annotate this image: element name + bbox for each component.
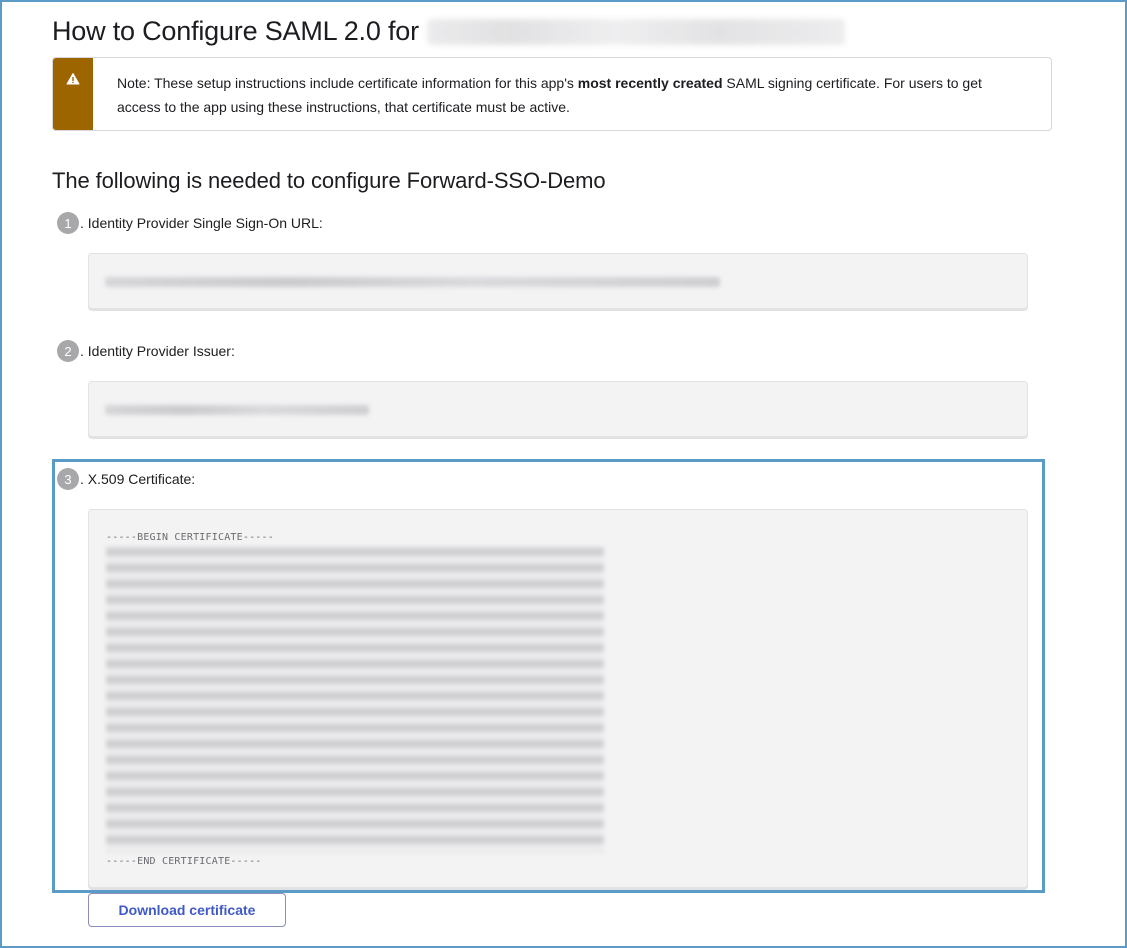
redacted-certificate-body xyxy=(106,547,604,852)
warning-text-bold: most recently created xyxy=(577,75,723,91)
step-1-label: 1 . Identity Provider Single Sign-On URL… xyxy=(57,212,323,234)
warning-text: Note: These setup instructions include c… xyxy=(93,58,1051,130)
sso-url-field[interactable] xyxy=(88,253,1028,309)
step-3-text: . X.509 Certificate: xyxy=(80,471,196,487)
warning-bar xyxy=(53,58,93,130)
page-title: How to Configure SAML 2.0 for xyxy=(52,16,845,47)
certificate-field[interactable]: -----BEGIN CERTIFICATE----- -----END CER… xyxy=(88,509,1028,888)
warning-icon xyxy=(66,73,80,85)
warning-text-prefix: Note: These setup instructions include c… xyxy=(117,75,578,91)
section-heading: The following is needed to configure For… xyxy=(52,168,606,193)
step-2-text: . Identity Provider Issuer: xyxy=(80,343,235,359)
warning-callout: Note: These setup instructions include c… xyxy=(52,57,1052,131)
certificate-end: -----END CERTIFICATE----- xyxy=(106,856,262,867)
step-number-badge: 2 xyxy=(57,340,79,362)
page-title-text: How to Configure SAML 2.0 for xyxy=(52,16,419,46)
download-certificate-button[interactable]: Download certificate xyxy=(88,893,286,927)
redacted-issuer xyxy=(105,405,369,415)
redacted-sso-url xyxy=(105,277,720,287)
step-2-label: 2 . Identity Provider Issuer: xyxy=(57,340,235,362)
step-number-badge: 1 xyxy=(57,212,79,234)
step-number-badge: 3 xyxy=(57,468,79,490)
issuer-field[interactable] xyxy=(88,381,1028,437)
certificate-begin: -----BEGIN CERTIFICATE----- xyxy=(106,532,274,543)
redacted-app-name xyxy=(426,18,845,45)
step-3-label: 3 . X.509 Certificate: xyxy=(57,468,195,490)
step-1-text: . Identity Provider Single Sign-On URL: xyxy=(80,215,323,231)
